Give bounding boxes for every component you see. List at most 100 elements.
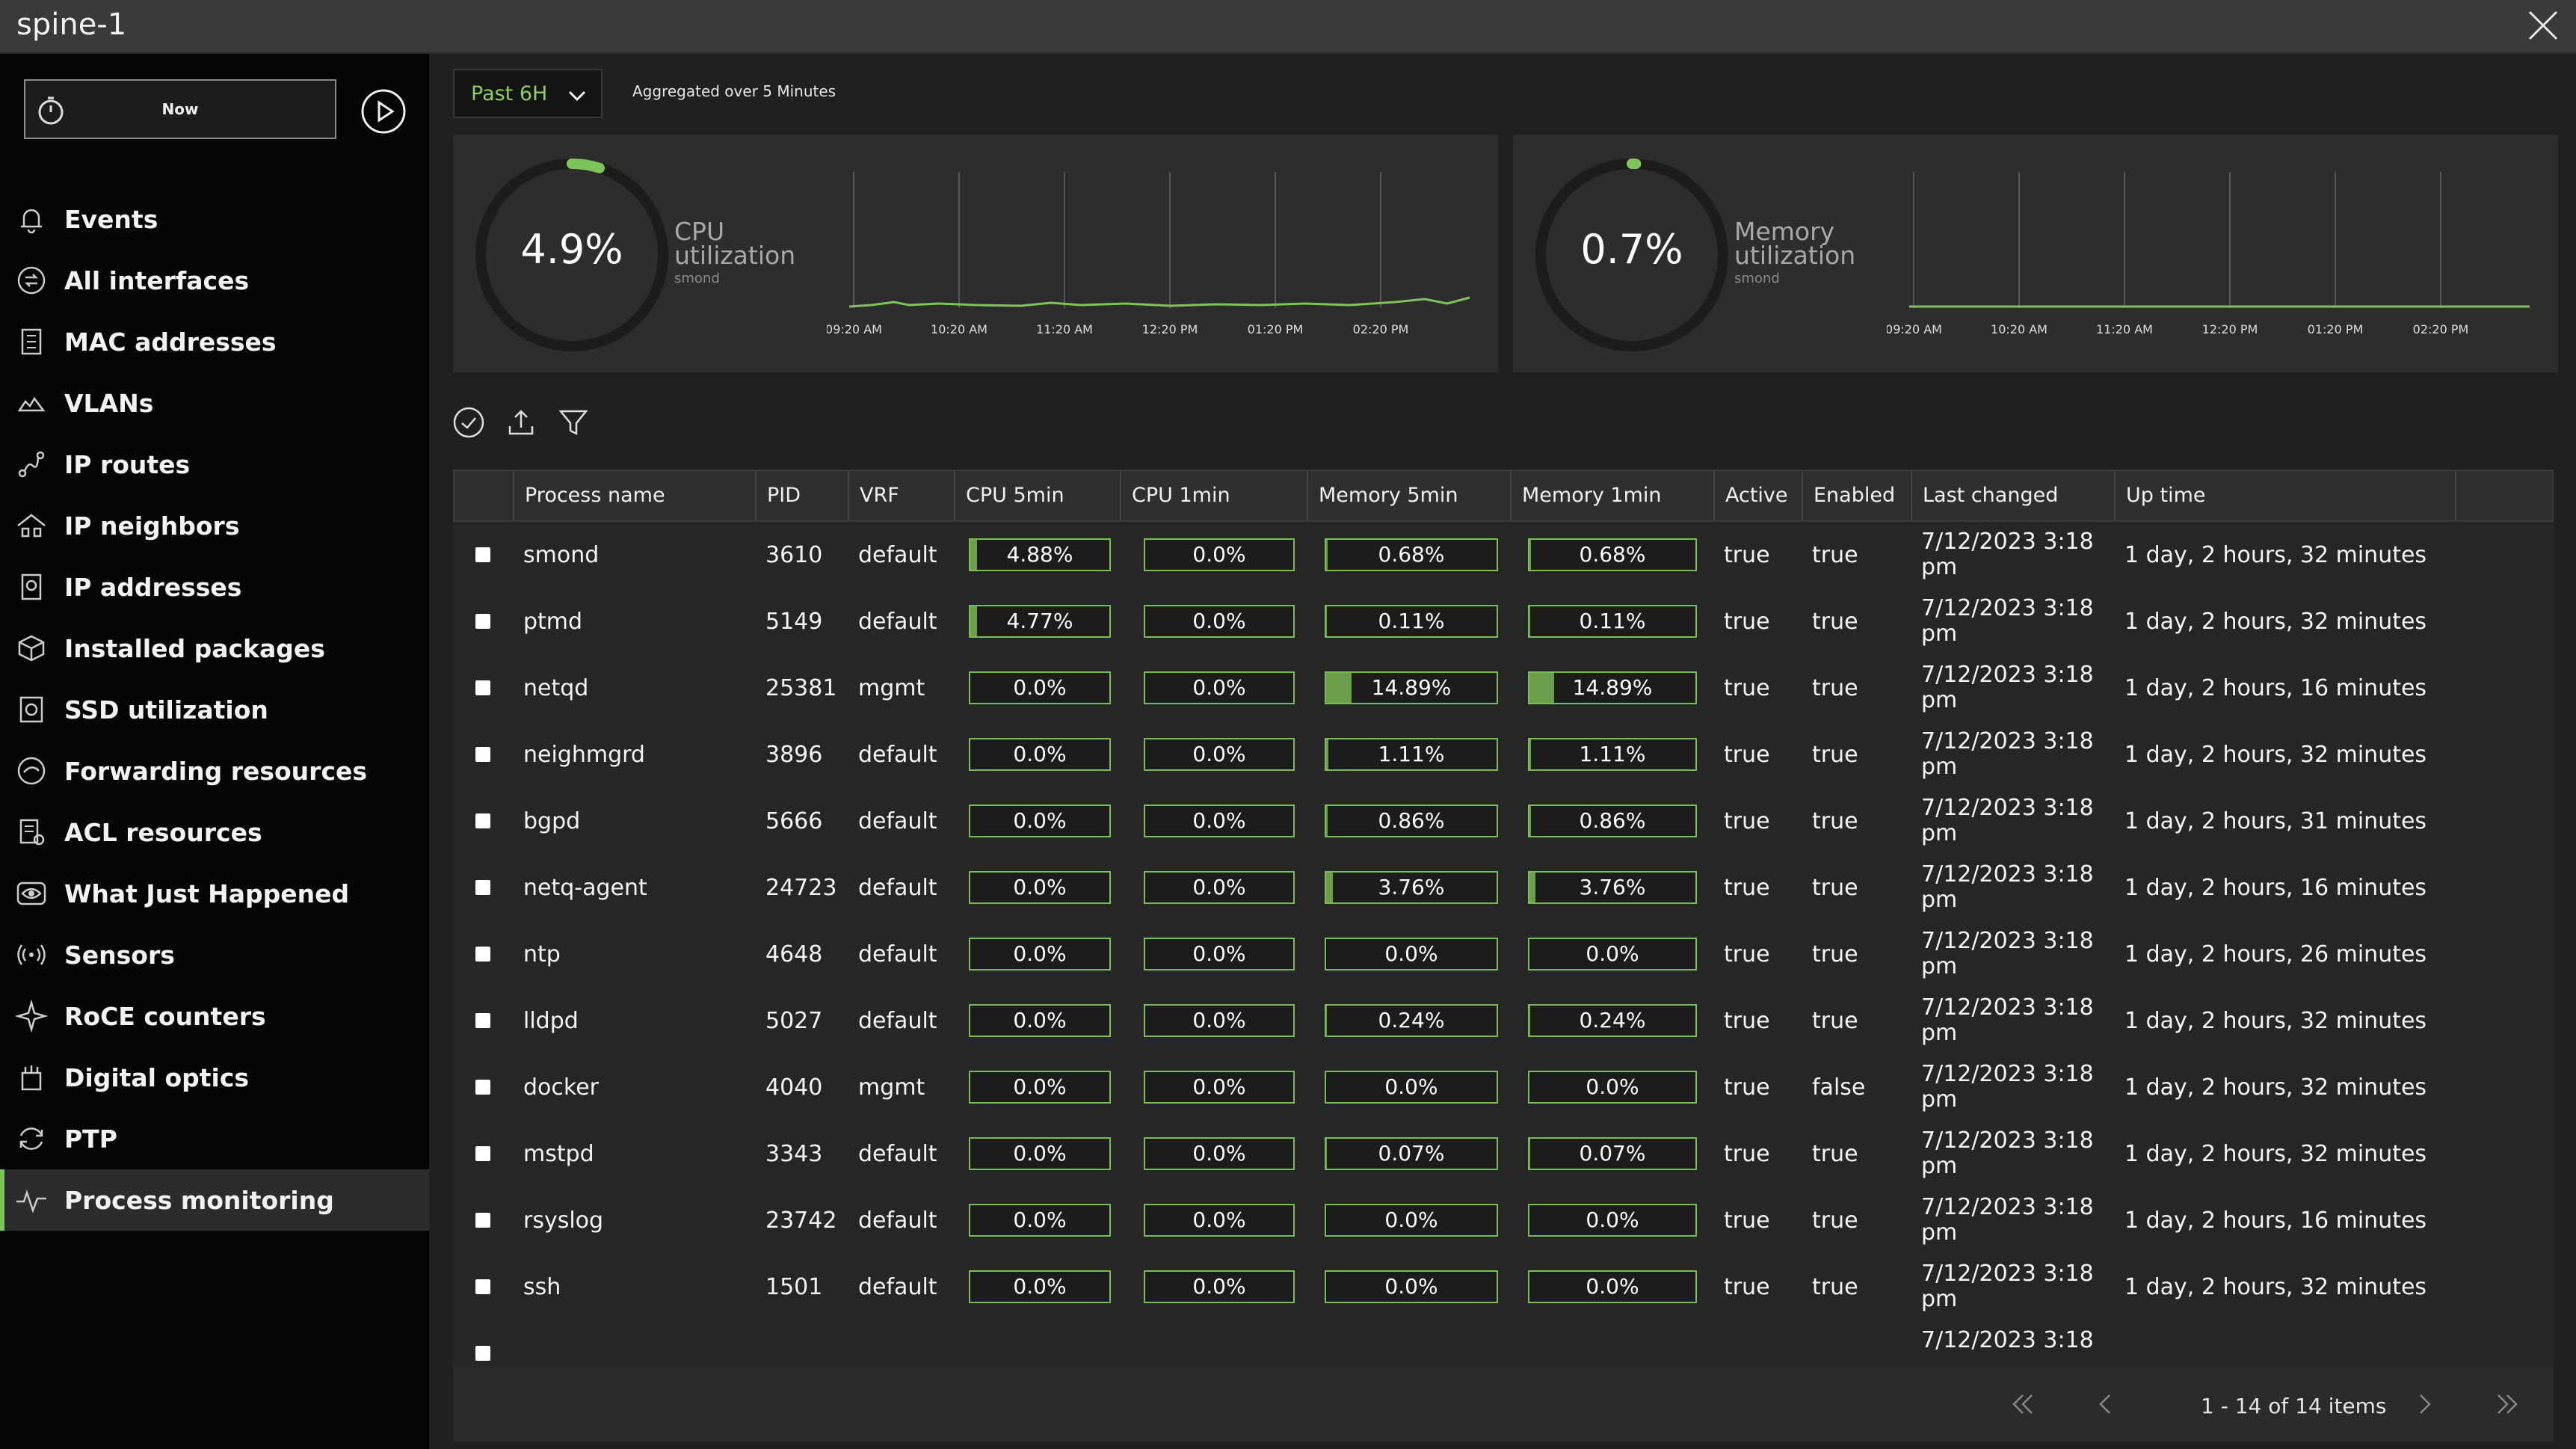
header-memory-1min[interactable]: Memory 1min bbox=[1512, 471, 1715, 520]
table-row[interactable]: rsyslog 23742 default 0.0% 0.0% 0.0% 0.0% true t… bbox=[453, 1187, 2554, 1255]
sidebar-item-acl-resources[interactable]: ACL resources bbox=[0, 802, 429, 863]
close-icon[interactable] bbox=[2525, 7, 2561, 43]
memory-5min-bar: 0.07% bbox=[1325, 1137, 1498, 1170]
active-cell: true bbox=[1724, 542, 1770, 568]
row-checkbox[interactable] bbox=[475, 747, 490, 762]
bar-value: 4.88% bbox=[1006, 542, 1073, 567]
table-row[interactable]: bgpd 5666 default 0.0% 0.0% 0.86% 0.86% true tru… bbox=[453, 788, 2554, 856]
table-row[interactable]: lldpd 5027 default 0.0% 0.0% 0.24% 0.24% true tr… bbox=[453, 988, 2554, 1056]
bar-fill bbox=[1529, 873, 1536, 902]
bar-fill bbox=[1529, 806, 1531, 836]
memory-5min-bar: 0.0% bbox=[1325, 1270, 1498, 1303]
time-axis-label: 09:20 AM bbox=[1887, 322, 1942, 336]
sidebar-item-all-interfaces[interactable]: All interfaces bbox=[0, 250, 429, 311]
bar-fill bbox=[1529, 1006, 1530, 1036]
table-row[interactable]: ssh 1501 default 0.0% 0.0% 0.0% 0.0% true true 7/… bbox=[453, 1254, 2554, 1322]
row-checkbox[interactable] bbox=[475, 880, 490, 895]
sidebar-item-label: VLANs bbox=[64, 388, 154, 418]
header-up-time[interactable]: Up time bbox=[2116, 471, 2456, 520]
process-name-cell: ptmd bbox=[523, 609, 583, 635]
sidebar-item-process-monitoring[interactable]: Process monitoring bbox=[0, 1169, 429, 1231]
header-last-changed[interactable]: Last changed bbox=[1912, 471, 2116, 520]
neighbors-icon bbox=[17, 514, 46, 538]
sidebar-item-ip-routes[interactable]: IP routes bbox=[0, 434, 429, 495]
sidebar-item-what-just-happened[interactable]: What Just Happened bbox=[0, 863, 429, 924]
row-checkbox[interactable] bbox=[475, 813, 490, 828]
cpu-1min-bar: 0.0% bbox=[1144, 538, 1295, 571]
row-checkbox[interactable] bbox=[475, 614, 490, 629]
bar-fill bbox=[1326, 1006, 1327, 1036]
table-row[interactable]: neighmgrd 3896 default 0.0% 0.0% 1.11% 1.11% tr… bbox=[453, 722, 2554, 790]
memory-1min-bar: 0.0% bbox=[1528, 1071, 1697, 1104]
sidebar-item-ptp[interactable]: PTP bbox=[0, 1108, 429, 1169]
vrf-cell: default bbox=[858, 941, 937, 967]
header-cpu-1min[interactable]: CPU 1min bbox=[1121, 471, 1308, 520]
header-memory-5min[interactable]: Memory 5min bbox=[1308, 471, 1512, 520]
memory-1min-bar: 14.89% bbox=[1528, 671, 1697, 704]
row-checkbox[interactable] bbox=[475, 547, 490, 562]
memory-5min-bar: 14.89% bbox=[1325, 671, 1498, 704]
next-page-icon[interactable] bbox=[2410, 1389, 2440, 1419]
header-vrf[interactable]: VRF bbox=[849, 471, 955, 520]
row-checkbox[interactable] bbox=[475, 1213, 490, 1228]
cpu-5min-bar: 0.0% bbox=[969, 805, 1111, 837]
sidebar-item-ip-neighbors[interactable]: IP neighbors bbox=[0, 495, 429, 556]
select-all-icon[interactable] bbox=[452, 405, 486, 440]
sidebar-item-mac-addresses[interactable]: MAC addresses bbox=[0, 311, 429, 372]
sidebar-item-installed-packages[interactable]: Installed packages bbox=[0, 618, 429, 679]
table-row[interactable]: docker 4040 mgmt 0.0% 0.0% 0.0% 0.0% true false 7… bbox=[453, 1054, 2554, 1122]
table-row[interactable]: smond 3610 default 4.88% 0.0% 0.68% 0.68% true t… bbox=[453, 522, 2554, 590]
row-checkbox[interactable] bbox=[475, 1346, 490, 1361]
header-pid[interactable]: PID bbox=[757, 471, 849, 520]
sidebar-item-vlans[interactable]: VLANs bbox=[0, 372, 429, 434]
filter-icon[interactable] bbox=[556, 405, 591, 440]
sidebar-item-forwarding-resources[interactable]: Forwarding resources bbox=[0, 740, 429, 802]
play-icon[interactable] bbox=[360, 88, 407, 135]
row-checkbox[interactable] bbox=[475, 1279, 490, 1294]
time-axis-label: 11:20 AM bbox=[1036, 322, 1093, 336]
last-changed-cell: 7/12/2023 3:18 pm bbox=[1911, 522, 2114, 588]
sidebar-item-ip-addresses[interactable]: IP addresses bbox=[0, 556, 429, 618]
first-page-icon[interactable] bbox=[2008, 1389, 2038, 1419]
sidebar-item-digital-optics[interactable]: Digital optics bbox=[0, 1047, 429, 1108]
table-row[interactable]: mstpd 3343 default 0.0% 0.0% 0.07% 0.07% true tr… bbox=[453, 1121, 2554, 1189]
table-row[interactable]: netqd 25381 mgmt 0.0% 0.0% 14.89% 14.89% true tr… bbox=[453, 655, 2554, 723]
sidebar-item-roce-counters[interactable]: RoCE counters bbox=[0, 985, 429, 1047]
process-name-cell: smond bbox=[523, 542, 600, 568]
sidebar-item-sensors[interactable]: Sensors bbox=[0, 924, 429, 985]
cpu-5min-bar: 0.0% bbox=[969, 1004, 1111, 1037]
row-checkbox[interactable] bbox=[475, 1146, 490, 1161]
mac-address-icon bbox=[21, 328, 42, 355]
cpu-1min-bar: 0.0% bbox=[1144, 605, 1295, 638]
table-row[interactable]: ntp 4648 default 0.0% 0.0% 0.0% 0.0% true true 7/… bbox=[453, 921, 2554, 989]
row-checkbox[interactable] bbox=[475, 1080, 490, 1095]
time-picker-button[interactable]: Now bbox=[24, 79, 336, 139]
sidebar-item-ssd-utilization[interactable]: SSD utilization bbox=[0, 679, 429, 740]
row-checkbox[interactable] bbox=[475, 1013, 490, 1028]
table-row[interactable]: ptmd 5149 default 4.77% 0.0% 0.11% 0.11% true tr… bbox=[453, 588, 2554, 656]
last-changed-cell: 7/12/2023 3:18 pm bbox=[1911, 722, 2114, 788]
bar-fill bbox=[970, 540, 978, 570]
header-cpu-5min[interactable]: CPU 5min bbox=[955, 471, 1121, 520]
last-changed-cell: 7/12/2023 3:18 pm bbox=[1911, 988, 2114, 1054]
bar-value: 0.0% bbox=[1586, 941, 1639, 966]
time-range-dropdown[interactable]: Past 6H bbox=[453, 69, 603, 118]
cpu-5min-bar: 0.0% bbox=[969, 871, 1111, 904]
row-checkbox[interactable] bbox=[475, 947, 490, 962]
process-name-cell: bgpd bbox=[523, 808, 581, 834]
prev-page-icon[interactable] bbox=[2090, 1389, 2120, 1419]
header-active[interactable]: Active bbox=[1715, 471, 1803, 520]
header-enabled[interactable]: Enabled bbox=[1803, 471, 1912, 520]
export-icon[interactable] bbox=[504, 405, 538, 440]
up-time-cell: 1 day, 2 hours, 32 minutes bbox=[2124, 742, 2427, 768]
window-titlebar: spine-1 bbox=[0, 0, 2576, 54]
header-process-name[interactable]: Process name bbox=[514, 471, 757, 520]
row-checkbox[interactable] bbox=[475, 680, 490, 695]
table-row[interactable]: netq-agent 24723 default 0.0% 0.0% 3.76% 3.76%… bbox=[453, 855, 2554, 923]
sidebar: Now Events All interfaces MAC addresses … bbox=[0, 54, 429, 1449]
pid-cell: 23742 bbox=[765, 1208, 837, 1234]
last-changed-cell: 7/12/2023 3:18 pm bbox=[1911, 855, 2114, 921]
bar-value: 0.0% bbox=[1192, 542, 1246, 567]
sidebar-item-events[interactable]: Events bbox=[0, 188, 429, 250]
last-page-icon[interactable] bbox=[2492, 1389, 2522, 1419]
